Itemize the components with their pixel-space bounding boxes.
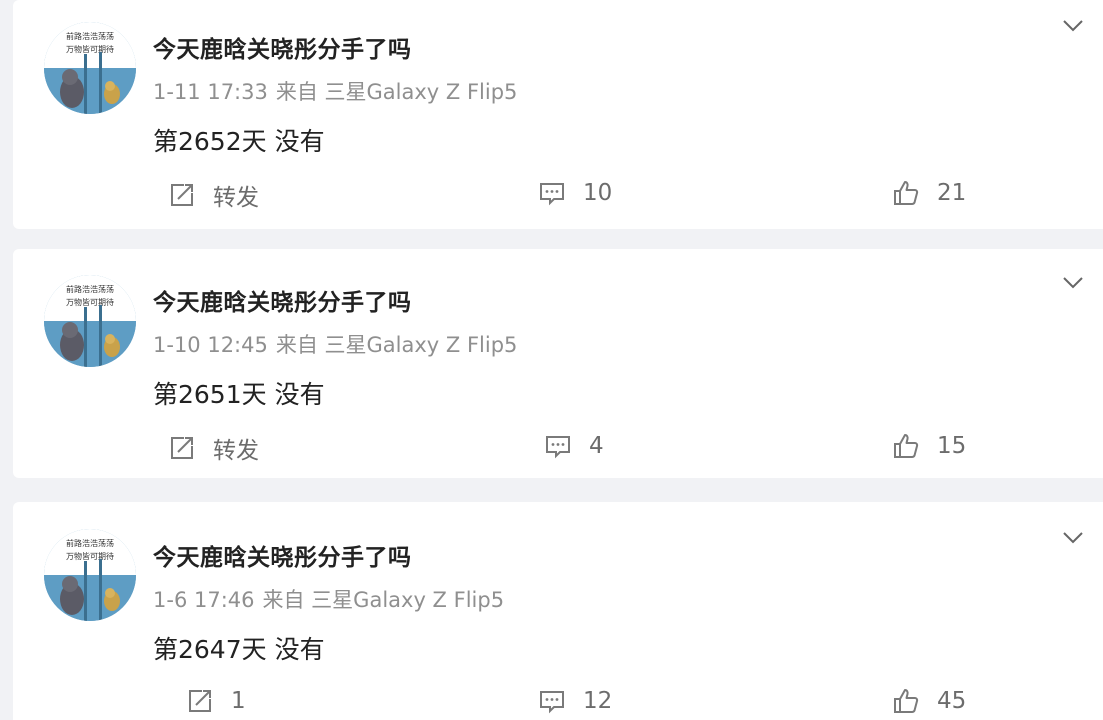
author-name[interactable]: 今天鹿晗关晓彤分手了吗 [153, 283, 412, 317]
thumbs-up-icon [891, 686, 921, 716]
comment-icon [537, 178, 567, 208]
post-time[interactable]: 1-10 12:45 [153, 333, 268, 357]
like-button[interactable]: 45 [891, 686, 966, 716]
post-time[interactable]: 1-11 17:33 [153, 80, 268, 104]
post-meta: 1-6 17:46 来自 三星Galaxy Z Flip5 [153, 584, 504, 614]
avatar-text-line2: 万物皆可期待 [66, 551, 114, 561]
chevron-down-icon[interactable] [1060, 12, 1086, 38]
comment-button[interactable]: 12 [537, 686, 612, 716]
comment-count: 12 [583, 688, 613, 714]
chevron-down-icon[interactable] [1060, 269, 1086, 295]
post-card: 前路浩浩荡荡 万物皆可期待 今天鹿晗关晓彤分手了吗 1-11 17:33 来自 三… [13, 0, 1103, 229]
avatar[interactable]: 前路浩浩荡荡 万物皆可期待 [44, 22, 136, 114]
avatar[interactable]: 前路浩浩荡荡 万物皆可期待 [44, 275, 136, 367]
comment-icon [543, 431, 573, 461]
post-meta: 1-11 17:33 来自 三星Galaxy Z Flip5 [153, 76, 517, 106]
post-content: 第2651天 没有 [153, 380, 325, 409]
repost-label: 转发 [213, 185, 259, 211]
like-count: 21 [937, 180, 967, 206]
repost-icon [185, 686, 215, 716]
avatar-text-line1: 前路浩浩荡荡 [66, 31, 114, 41]
avatar-text-line1: 前路浩浩荡荡 [66, 538, 114, 548]
like-button[interactable]: 21 [891, 178, 966, 208]
like-count: 45 [937, 688, 967, 714]
post-content: 第2647天 没有 [153, 635, 325, 664]
like-count: 15 [937, 433, 967, 459]
avatar[interactable]: 前路浩浩荡荡 万物皆可期待 [44, 529, 136, 621]
repost-icon [167, 180, 197, 210]
comment-count: 10 [583, 180, 613, 206]
post-source: 来自 三星Galaxy Z Flip5 [275, 80, 518, 104]
repost-icon [167, 433, 197, 463]
comment-count: 4 [589, 433, 604, 459]
post-card: 前路浩浩荡荡 万物皆可期待 今天鹿晗关晓彤分手了吗 1-6 17:46 来自 三星… [13, 502, 1103, 720]
thumbs-up-icon [891, 431, 921, 461]
post-meta: 1-10 12:45 来自 三星Galaxy Z Flip5 [153, 329, 517, 359]
author-name[interactable]: 今天鹿晗关晓彤分手了吗 [153, 30, 412, 64]
comment-icon [537, 686, 567, 716]
comment-button[interactable]: 4 [543, 431, 604, 461]
comment-button[interactable]: 10 [537, 178, 612, 208]
thumbs-up-icon [891, 178, 921, 208]
repost-label: 转发 [213, 438, 259, 464]
post-time[interactable]: 1-6 17:46 [153, 588, 255, 612]
repost-button[interactable]: 转发 [167, 178, 259, 212]
post-source: 来自 三星Galaxy Z Flip5 [275, 333, 518, 357]
avatar-text-line2: 万物皆可期待 [66, 44, 114, 54]
chevron-down-icon[interactable] [1060, 524, 1086, 550]
post-source: 来自 三星Galaxy Z Flip5 [262, 588, 505, 612]
avatar-text-line1: 前路浩浩荡荡 [66, 284, 114, 294]
author-name[interactable]: 今天鹿晗关晓彤分手了吗 [153, 538, 412, 572]
post-card: 前路浩浩荡荡 万物皆可期待 今天鹿晗关晓彤分手了吗 1-10 12:45 来自 三… [13, 249, 1103, 478]
repost-count: 1 [231, 688, 246, 714]
repost-button[interactable]: 转发 [167, 431, 259, 465]
repost-button[interactable]: 1 [185, 686, 246, 716]
avatar-text-line2: 万物皆可期待 [66, 297, 114, 307]
like-button[interactable]: 15 [891, 431, 966, 461]
post-content: 第2652天 没有 [153, 127, 325, 156]
